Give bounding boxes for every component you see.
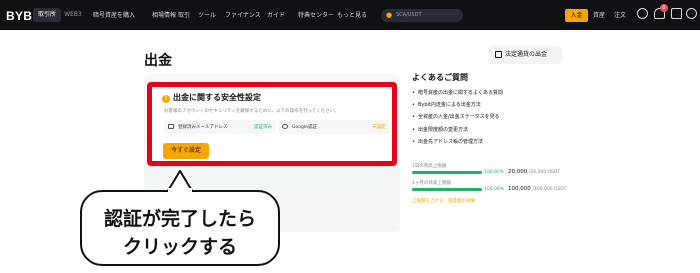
daily-limit-fill	[412, 171, 482, 174]
status-not-set: 未設定	[372, 125, 387, 130]
user-icon[interactable]	[637, 8, 648, 19]
monthly-limit-amount: 100,000 /100,000 USDT	[508, 186, 567, 192]
callout-pointer-cover	[168, 188, 192, 194]
faq-title: よくあるご質問	[412, 73, 468, 82]
faq-link[interactable]: Bybit内送金による出金方法	[412, 101, 481, 108]
callout-text-line2: クリックする	[122, 236, 237, 258]
tab-exchange[interactable]: 取引所	[33, 8, 61, 22]
tab-web3[interactable]: WEB3	[62, 8, 84, 22]
requirement-label: 登録済みメールアドレス	[178, 125, 228, 130]
notification-badge: 0	[660, 4, 668, 12]
nav-buy-crypto[interactable]: 暗号資産を購入	[93, 10, 135, 19]
monthly-limit-fill	[412, 188, 482, 191]
nav-more[interactable]: もっと見る	[337, 10, 367, 19]
daily-limit-amount: 20,000 /20,000 USDT	[508, 169, 561, 175]
nav-markets[interactable]: 相場情報	[152, 10, 176, 19]
limit-links[interactable]: 上限額を上げる 限度額の詳細	[412, 198, 475, 204]
faq-link[interactable]: 出金先アドレス帳の管理方法	[412, 138, 483, 145]
download-icon[interactable]	[671, 8, 682, 19]
security-title: ! 出金に関する安全性設定	[162, 92, 261, 103]
search-input[interactable]: ● SCA/USDT	[381, 9, 463, 22]
callout-text-line1: 認証が完了したら	[103, 208, 256, 230]
fiat-withdraw-label: 法定通貨の出金	[505, 51, 548, 58]
warning-icon: !	[162, 95, 170, 103]
top-navigation-bar: BYBIT 取引所 WEB3 暗号資産を購入 相場情報 取引 ツール ファイナン…	[0, 0, 700, 30]
bank-icon	[495, 51, 502, 58]
monthly-limit-percent: 100.00%	[484, 187, 505, 192]
nav-finance[interactable]: ファイナンス	[225, 10, 261, 19]
security-description: お客様のアカウントのセキュリティを確保するために、以下の操作を行ってください。	[164, 109, 339, 114]
nav-tools[interactable]: ツール	[198, 10, 216, 19]
orders-menu[interactable]: 注文	[614, 10, 626, 19]
daily-limit-percent: 100.00%	[484, 170, 505, 175]
setup-now-button[interactable]: 今すぐ設定	[163, 143, 209, 159]
nav-guide[interactable]: ガイド	[267, 10, 285, 19]
status-verified: 認証済み	[254, 125, 272, 130]
page-title: 出金	[144, 53, 172, 69]
deposit-button[interactable]: 入金	[565, 9, 588, 22]
nav-trade[interactable]: 取引	[178, 10, 190, 19]
requirement-email: 登録済みメールアドレス 認証済み	[164, 120, 276, 134]
fiat-withdraw-button[interactable]: 法定通貨の出金	[488, 46, 562, 64]
requirement-label: Google認証	[292, 125, 317, 130]
security-settings-card: ! 出金に関する安全性設定 お客様のアカウントのセキュリティを確保するために、以下…	[147, 82, 397, 166]
faq-link[interactable]: 出金限度額の変更方法	[412, 126, 468, 133]
fire-icon: ●	[386, 11, 393, 19]
google-icon	[282, 124, 288, 129]
faq-link[interactable]: 全資産の入金/出金ステータスを見る	[412, 113, 500, 120]
search-placeholder: SCA/USDT	[396, 12, 422, 18]
faq-link[interactable]: 暗号資産の出金に関するよくある質問	[412, 89, 503, 96]
requirement-google-auth: Google認証 未設定	[278, 120, 390, 134]
monthly-limit-label: 1ヶ月の残高上限額	[412, 181, 451, 186]
assets-menu[interactable]: 資産	[593, 10, 605, 19]
monthly-limit-bar	[412, 188, 482, 191]
nav-rewards-hub[interactable]: 特典センター	[298, 10, 334, 19]
mail-icon	[168, 124, 174, 129]
daily-limit-label: 1日の残高上限額	[412, 164, 447, 169]
daily-limit-bar	[412, 171, 482, 174]
globe-icon[interactable]	[686, 8, 697, 19]
